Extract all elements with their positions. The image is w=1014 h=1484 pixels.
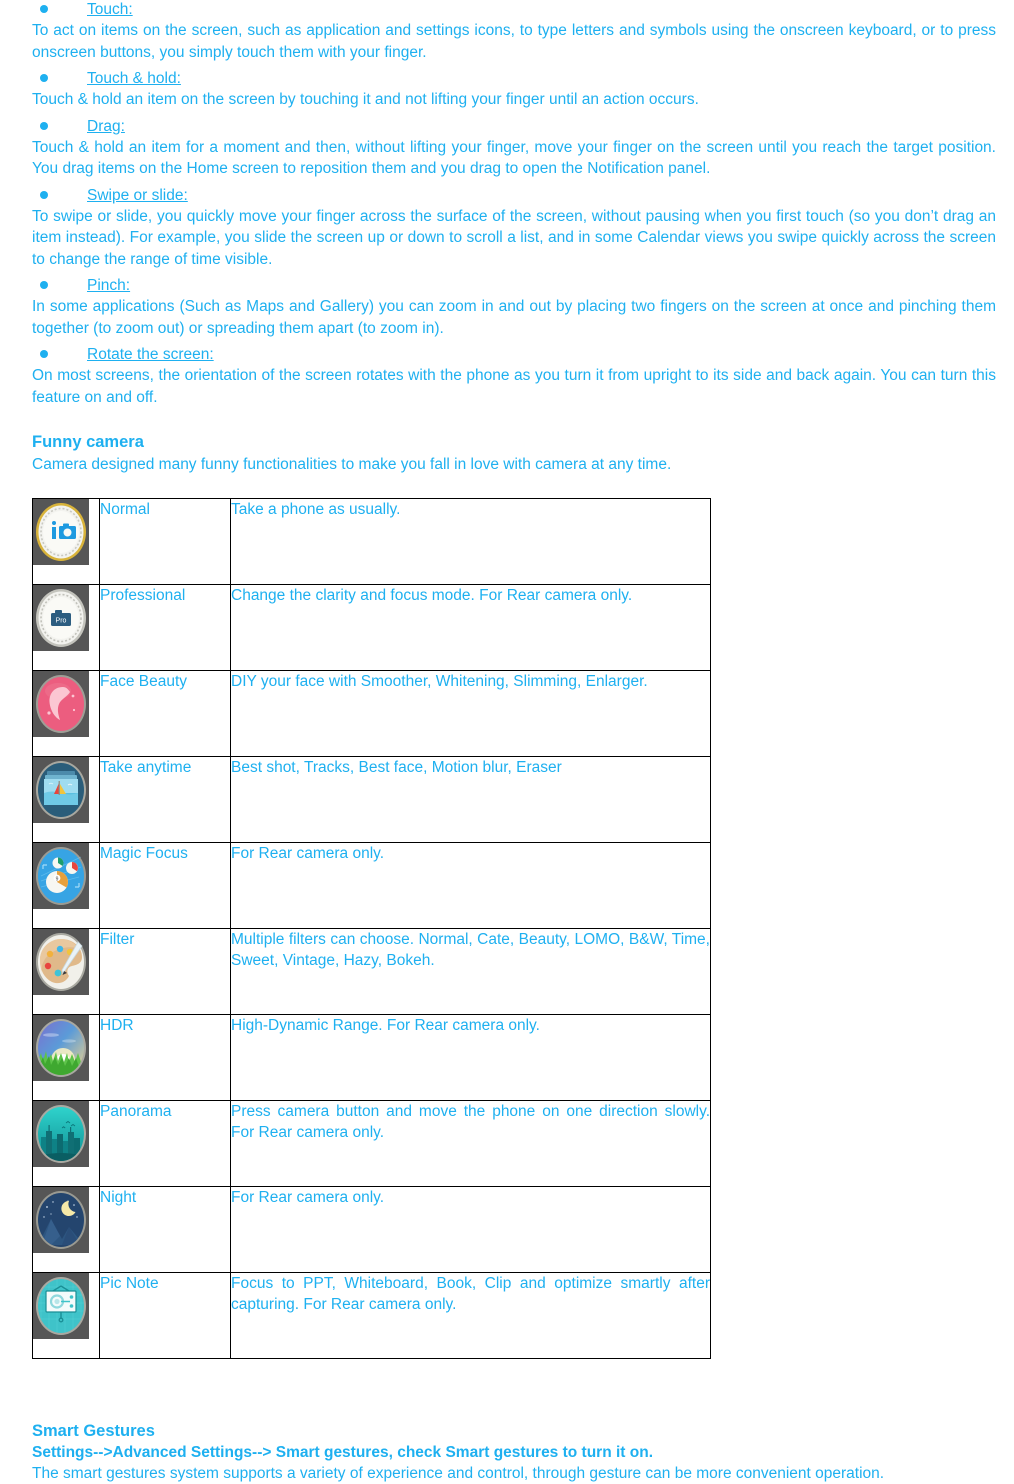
table-row: 9 Magic Focus For Rear camera only.	[32, 842, 711, 929]
gesture-term: Touch:	[87, 1, 133, 18]
camera-professional-icon: Pro	[33, 585, 89, 651]
table-cell-description: Take a phone as usually.	[230, 498, 711, 585]
bullet-icon	[40, 281, 48, 289]
table-cell-name: Panorama	[99, 1100, 231, 1187]
bullet-icon	[40, 190, 48, 199]
funny-camera-title: Funny camera	[32, 433, 144, 451]
bullet-icon	[40, 74, 48, 82]
page-content: Touch: To act on items on the screen, su…	[32, 0, 998, 1484]
gesture-item-rotate-screen: Rotate the screen: On most screens, the …	[32, 345, 998, 408]
table-cell-description: Press camera button and move the phone o…	[230, 1100, 711, 1187]
gesture-description: To swipe or slide, you quickly move your…	[32, 207, 996, 268]
camera-modes-table: Normal Take a phone as usually. Pro Prof…	[32, 498, 711, 1359]
table-row: HDR High-Dynamic Range. For Rear camera …	[32, 1014, 711, 1101]
table-cell-description: For Rear camera only.	[230, 1186, 711, 1273]
pic-note-whiteboard-icon	[33, 1273, 89, 1339]
table-cell-icon: Pro	[32, 584, 100, 671]
table-cell-description: Multiple filters can choose. Normal, Cat…	[230, 928, 711, 1015]
table-cell-description: High-Dynamic Range. For Rear camera only…	[230, 1014, 711, 1101]
smart-gestures-settings-path: Settings-->Advanced Settings--> Smart ge…	[32, 1444, 653, 1461]
smart-gestures-section: Smart Gestures Settings-->Advanced Setti…	[32, 1421, 998, 1484]
bullet-icon	[40, 5, 48, 13]
table-row: Face Beauty DIY your face with Smoother,…	[32, 670, 711, 757]
take-anytime-icon	[33, 757, 89, 823]
filter-palette-icon	[33, 929, 89, 995]
magic-focus-icon: 9	[33, 843, 89, 909]
table-cell-description: Best shot, Tracks, Best face, Motion blu…	[230, 756, 711, 843]
gesture-description: To act on items on the screen, such as a…	[32, 22, 996, 61]
table-row: Pro Professional Change the clarity and …	[32, 584, 711, 671]
gesture-term: Touch & hold:	[87, 70, 181, 87]
table-row: Normal Take a phone as usually.	[32, 498, 711, 585]
gesture-heading: Drag:	[32, 117, 998, 136]
gesture-description: On most screens, the orientation of the …	[32, 367, 996, 406]
svg-text:9: 9	[56, 876, 59, 882]
table-cell-name: Night	[99, 1186, 231, 1273]
table-cell-description: Focus to PPT, Whiteboard, Book, Clip and…	[230, 1272, 711, 1359]
table-cell-icon	[32, 498, 100, 585]
smart-gestures-title: Smart Gestures	[32, 1422, 155, 1440]
table-cell-icon	[32, 1100, 100, 1187]
gesture-description: Touch & hold an item for a moment and th…	[32, 138, 996, 178]
table-cell-icon	[32, 670, 100, 757]
gesture-description: Touch & hold an item on the screen by to…	[32, 91, 699, 108]
gesture-item-drag: Drag: Touch & hold an item for a moment …	[32, 117, 998, 180]
face-beauty-icon	[33, 671, 89, 737]
table-cell-icon	[32, 756, 100, 843]
table-row: Pic Note Focus to PPT, Whiteboard, Book,…	[32, 1272, 711, 1359]
gesture-term: Swipe or slide:	[87, 186, 188, 204]
bullet-icon	[40, 121, 48, 130]
table-cell-description: For Rear camera only.	[230, 842, 711, 929]
table-row: Filter Multiple filters can choose. Norm…	[32, 928, 711, 1015]
document-page: Touch: To act on items on the screen, su…	[0, 0, 1014, 1482]
table-cell-name: Take anytime	[99, 756, 231, 843]
gesture-item-touch-hold: Touch & hold: Touch & hold an item on th…	[32, 69, 998, 111]
table-cell-name: Magic Focus	[99, 842, 231, 929]
gesture-heading: Touch & hold:	[32, 69, 998, 88]
table-cell-icon	[32, 1186, 100, 1273]
hdr-sunrise-icon	[33, 1015, 89, 1081]
table-cell-description: Change the clarity and focus mode. For R…	[230, 584, 711, 671]
gesture-heading: Swipe or slide:	[32, 186, 998, 205]
table-cell-icon: 9	[32, 842, 100, 929]
table-row: Panorama Press camera button and move th…	[32, 1100, 711, 1187]
gesture-item-touch: Touch: To act on items on the screen, su…	[32, 0, 998, 63]
table-cell-name: Professional	[99, 584, 231, 671]
gesture-description: In some applications (Such as Maps and G…	[32, 298, 996, 337]
night-moon-icon	[33, 1187, 89, 1253]
table-cell-icon	[32, 1272, 100, 1359]
gesture-item-pinch: Pinch: In some applications (Such as Map…	[32, 276, 998, 339]
gesture-term: Pinch:	[87, 277, 131, 294]
table-cell-name: Pic Note	[99, 1272, 231, 1359]
gesture-list: Touch: To act on items on the screen, su…	[32, 0, 998, 408]
gesture-heading: Rotate the screen:	[32, 345, 998, 364]
table-cell-icon	[32, 928, 100, 1015]
funny-camera-subtitle: Camera designed many funny functionaliti…	[32, 456, 672, 473]
bullet-icon	[40, 350, 48, 358]
table-cell-name: HDR	[99, 1014, 231, 1101]
gesture-heading: Touch:	[32, 0, 998, 19]
table-row: Take anytime Best shot, Tracks, Best fac…	[32, 756, 711, 843]
smart-gestures-description: The smart gestures system supports a var…	[32, 1465, 885, 1482]
gesture-term: Drag:	[87, 117, 125, 135]
table-cell-name: Normal	[99, 498, 231, 585]
table-cell-icon	[32, 1014, 100, 1101]
table-row: Night For Rear camera only.	[32, 1186, 711, 1273]
panorama-skyline-icon	[33, 1101, 89, 1167]
camera-normal-icon	[33, 499, 89, 565]
table-cell-description: DIY your face with Smoother, Whitening, …	[230, 670, 711, 757]
gesture-term: Rotate the screen:	[87, 346, 214, 363]
svg-text:Pro: Pro	[56, 617, 67, 624]
gesture-item-swipe-slide: Swipe or slide: To swipe or slide, you q…	[32, 186, 998, 271]
table-cell-name: Filter	[99, 928, 231, 1015]
gesture-heading: Pinch:	[32, 276, 998, 295]
table-cell-name: Face Beauty	[99, 670, 231, 757]
